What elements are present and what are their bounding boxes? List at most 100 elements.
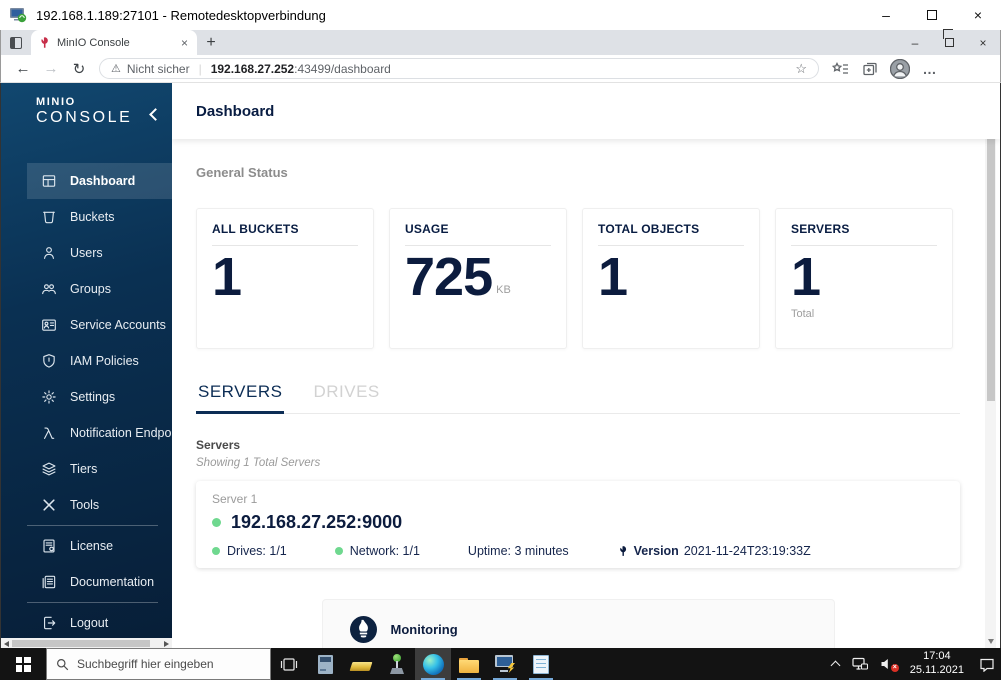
- address-bar[interactable]: ⚠ Nicht sicher | 192.168.27.252 :43499/d…: [99, 58, 819, 79]
- taskbar-item-joystick-app[interactable]: [379, 648, 415, 680]
- profile-button[interactable]: [885, 56, 915, 82]
- address-separator: |: [198, 61, 202, 76]
- sidebar-item-documentation[interactable]: Documentation: [27, 564, 172, 600]
- tray-volume-button[interactable]: ×: [874, 648, 901, 680]
- sidebar-item-label: Logout: [70, 616, 109, 631]
- card-title: USAGE: [405, 222, 449, 236]
- card-value: 725: [405, 247, 493, 307]
- scroll-left-arrow-icon[interactable]: [4, 641, 9, 647]
- dashboard-icon: [40, 173, 57, 190]
- computer-icon: [317, 654, 333, 674]
- tab-servers[interactable]: SERVERS: [196, 382, 285, 414]
- clock-date: 25.11.2021: [909, 664, 964, 676]
- favorites-bar-button[interactable]: [825, 56, 855, 82]
- scrollbar-thumb[interactable]: [986, 96, 995, 401]
- tab-drives[interactable]: DRIVES: [311, 382, 381, 413]
- taskbar-app-icons: [307, 648, 559, 680]
- new-tab-button[interactable]: +: [197, 30, 225, 55]
- tab-actions-menu-button[interactable]: [1, 30, 31, 55]
- sidebar-horizontal-scrollbar[interactable]: [1, 638, 172, 648]
- sidebar-item-groups[interactable]: Groups: [27, 271, 172, 307]
- rdp-app-icon: [10, 8, 27, 23]
- network-value: Network: 1/1: [349, 544, 420, 558]
- taskbar-item-edge[interactable]: [415, 648, 451, 680]
- shield-icon: [40, 353, 57, 370]
- sidebar-item-notification-endpoints[interactable]: Notification Endpoints: [27, 415, 172, 451]
- browser-minimize-button[interactable]: –: [898, 30, 932, 55]
- sidebar-item-users[interactable]: Users: [27, 235, 172, 271]
- card-title: TOTAL OBJECTS: [598, 222, 700, 236]
- status-cards: ALL BUCKETS 1 USAGE 725 KB TOTAL OBJECTS: [196, 208, 960, 349]
- network-status-dot: [334, 547, 343, 555]
- task-view-button[interactable]: [271, 648, 307, 680]
- scroll-down-arrow-icon[interactable]: [987, 639, 994, 644]
- sidebar-item-label: Tools: [70, 498, 100, 513]
- back-button[interactable]: ←: [9, 56, 37, 82]
- service-accounts-icon: [40, 317, 57, 334]
- card-all-buckets: ALL BUCKETS 1: [196, 208, 374, 349]
- browser-close-button[interactable]: ×: [966, 30, 1000, 55]
- browser-restore-button[interactable]: [932, 29, 966, 55]
- not-secure-label[interactable]: Nicht sicher: [127, 62, 190, 76]
- search-input[interactable]: [77, 657, 247, 671]
- taskbar-item-computer[interactable]: [307, 648, 343, 680]
- scroll-right-arrow-icon[interactable]: [164, 641, 169, 647]
- sidebar-item-label: Notification Endpoints: [70, 426, 172, 441]
- address-path: :43499/dashboard: [294, 61, 391, 76]
- tab-close-button[interactable]: ×: [179, 36, 190, 50]
- prometheus-torch-icon: [349, 615, 377, 643]
- card-servers: SERVERS 1 Total: [775, 208, 953, 349]
- network-icon: [852, 657, 868, 670]
- start-button[interactable]: [0, 648, 46, 680]
- chevron-up-icon: [832, 660, 840, 668]
- address-host: 192.168.27.252: [210, 61, 295, 76]
- rdp-titlebar: 192.168.1.189:27101 - Remotedesktopverbi…: [0, 0, 1001, 30]
- sidebar-item-logout[interactable]: Logout: [27, 605, 172, 641]
- tray-show-hidden-icons[interactable]: [826, 648, 846, 680]
- collections-button[interactable]: [855, 56, 885, 82]
- scrollbar-thumb[interactable]: [12, 639, 150, 647]
- server-name: Server 1: [212, 492, 258, 506]
- sidebar-item-iam-policies[interactable]: IAM Policies: [27, 343, 172, 379]
- sidebar-item-tools[interactable]: Tools: [27, 487, 172, 523]
- browser-tab-minio-console[interactable]: MinIO Console ×: [31, 30, 197, 55]
- settings-menu-button[interactable]: …: [915, 56, 945, 82]
- card-sub-label: Total: [791, 308, 815, 321]
- page-vertical-scrollbar[interactable]: [985, 83, 996, 648]
- version-label: Version: [633, 544, 679, 558]
- forward-button[interactable]: →: [37, 56, 65, 82]
- taskbar-item-gold-app[interactable]: [343, 648, 379, 680]
- drives-status-dot: [212, 547, 220, 555]
- taskbar-item-remote-desktop[interactable]: [487, 648, 523, 680]
- taskbar-item-notepad[interactable]: [523, 648, 559, 680]
- sidebar-item-tiers[interactable]: Tiers: [27, 451, 172, 487]
- action-center-button[interactable]: [973, 648, 1001, 680]
- sidebar-item-dashboard[interactable]: Dashboard: [27, 163, 172, 200]
- sidebar-menu: Dashboard Buckets Users Groups Service A…: [1, 163, 172, 641]
- monitoring-section[interactable]: Monitoring: [321, 599, 835, 648]
- rdp-close-button[interactable]: ×: [955, 0, 1001, 30]
- clock-time: 17:04: [923, 650, 951, 663]
- drives-value: Drives: 1/1: [227, 544, 287, 558]
- sidebar-item-label: Service Accounts: [70, 318, 166, 333]
- sidebar-item-buckets[interactable]: Buckets: [27, 199, 172, 235]
- edge-browser-icon: [422, 653, 444, 675]
- taskbar-clock[interactable]: 17:04 25.11.2021: [901, 650, 973, 678]
- reload-button[interactable]: ↻: [65, 56, 93, 82]
- rdp-maximize-button[interactable]: [909, 0, 955, 30]
- favorites-star-list-icon: [831, 61, 848, 74]
- monitoring-title: Monitoring: [390, 621, 458, 637]
- sidebar-collapse-chevron[interactable]: [147, 108, 159, 120]
- taskbar-search-box[interactable]: [46, 648, 271, 680]
- taskbar-item-file-explorer[interactable]: [451, 648, 487, 680]
- rdp-minimize-button[interactable]: –: [863, 0, 909, 30]
- sidebar-item-settings[interactable]: Settings: [27, 379, 172, 415]
- sidebar-item-service-accounts[interactable]: Service Accounts: [27, 307, 172, 343]
- card-unit: KB: [496, 284, 511, 297]
- sidebar-item-license[interactable]: License: [27, 528, 172, 564]
- tray-network-button[interactable]: [846, 648, 874, 680]
- sidebar: MINIO CONSOLE Dashboard Buckets Users Gr…: [1, 83, 172, 648]
- joystick-icon: [388, 654, 406, 674]
- add-favorite-star-icon[interactable]: ☆: [795, 61, 807, 77]
- notepad-icon: [533, 654, 549, 674]
